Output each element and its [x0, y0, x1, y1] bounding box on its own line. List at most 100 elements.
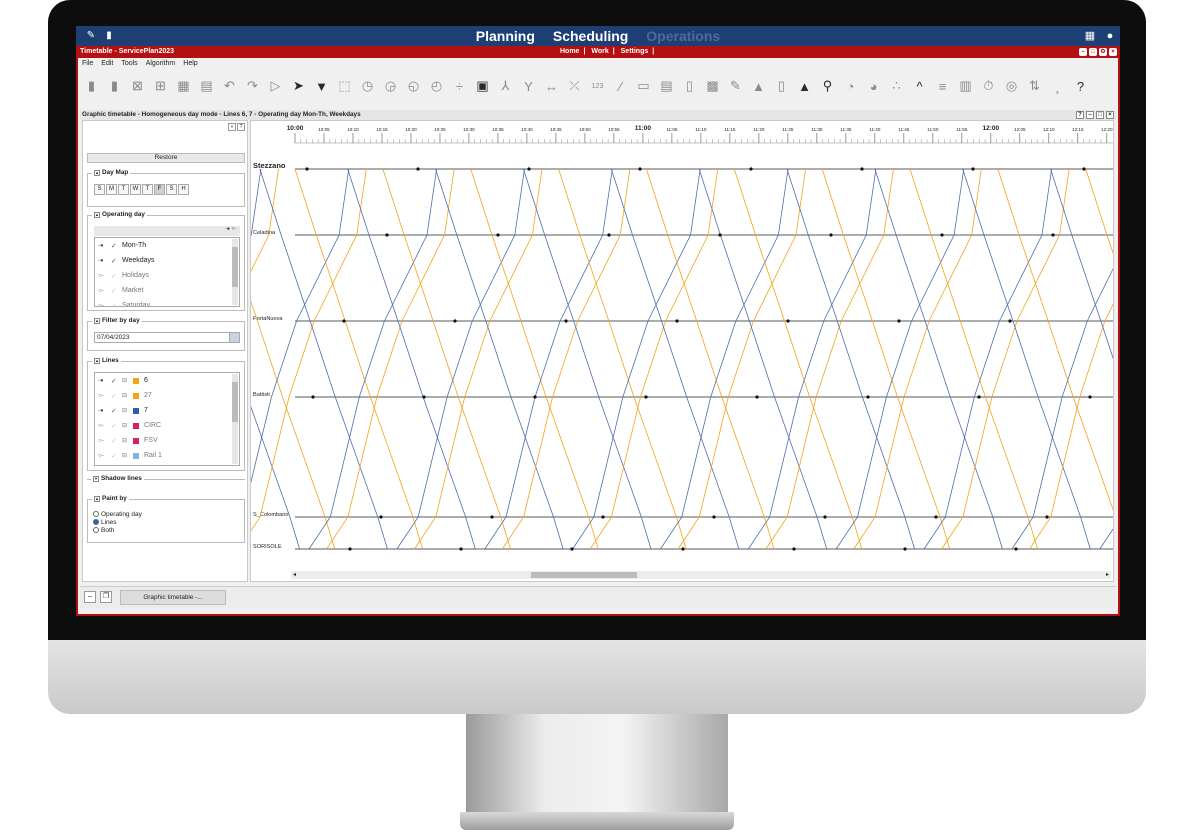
undo-icon[interactable]: ↶ [220, 78, 239, 94]
menu-algorithm[interactable]: Algorithm [146, 60, 176, 70]
lock-icon[interactable]: ⊟ [122, 377, 128, 384]
day-toggle[interactable]: M [106, 184, 117, 195]
restore-button[interactable]: Restore [87, 153, 245, 163]
fork-icon[interactable]: Y [519, 79, 538, 94]
vertical-scrollbar[interactable] [232, 239, 238, 305]
settings-icon[interactable]: ⚙ [1099, 48, 1107, 56]
list-item[interactable]: -● ✓ Mon-Th [95, 238, 239, 253]
signal-icon[interactable]: ⇅ [1025, 78, 1044, 94]
help-icon[interactable]: ? [1076, 111, 1084, 119]
radio-option[interactable]: Both [93, 526, 142, 534]
clock-a-icon[interactable]: ◷ [358, 78, 377, 94]
checkmark-icon[interactable]: ✓ [111, 302, 117, 307]
vertical-scrollbar[interactable] [232, 374, 238, 464]
calendar-icon[interactable]: ▭ [634, 78, 653, 94]
save-icon[interactable]: ▮ [82, 78, 101, 94]
key-icon[interactable]: ○- [98, 393, 106, 399]
menu-tools[interactable]: Tools [121, 60, 137, 70]
help-icon[interactable]: ? [1071, 79, 1090, 94]
collapse-icon[interactable]: « [228, 123, 236, 131]
radio-option[interactable]: Lines [93, 518, 142, 526]
key-icon[interactable]: ○- [98, 273, 106, 279]
key-icon[interactable]: ○- [98, 288, 106, 294]
checkmark-icon[interactable]: ✓ [111, 377, 117, 385]
scroll-thumb[interactable] [232, 382, 238, 422]
menu-file[interactable]: File [82, 60, 93, 70]
home-link[interactable]: Home [560, 48, 579, 55]
minimize-icon[interactable]: – [1079, 48, 1087, 56]
bus-icon[interactable]: ▣ [473, 78, 492, 94]
branch-icon[interactable]: ⅄ [496, 78, 515, 94]
checkmark-icon[interactable]: ✓ [111, 272, 117, 280]
stack-icon[interactable]: ≡ [933, 79, 952, 94]
cascade-icon[interactable]: ❐ [100, 591, 112, 603]
date-field[interactable]: 07/04/2023 [94, 332, 240, 343]
lock-icon[interactable]: ⊟ [122, 392, 128, 399]
lock-icon[interactable]: ⊟ [122, 437, 128, 444]
pencil-icon[interactable]: ∕ [611, 79, 630, 94]
copy-icon[interactable]: ▯ [772, 78, 791, 94]
taskbar-tab[interactable]: Graphic timetable -... [120, 590, 226, 605]
help-icon[interactable]: ? [237, 123, 245, 131]
list-item[interactable]: ○- ✓ Holidays [95, 268, 239, 283]
cross-icon[interactable]: ⤫ [565, 78, 584, 94]
minimize-all-icon[interactable]: – [84, 591, 96, 603]
user-icon[interactable]: ● [1102, 28, 1118, 44]
key-icon[interactable]: -● [98, 408, 106, 414]
checkmark-icon[interactable]: ✓ [111, 407, 117, 415]
radio-option[interactable]: Operating day [93, 510, 142, 518]
divide-icon[interactable]: ÷ [450, 79, 469, 94]
checkmark-icon[interactable]: ✓ [111, 257, 117, 265]
list-item[interactable]: -● ✓ Weekdays [95, 253, 239, 268]
collapse-toggle-icon[interactable]: ▲ [94, 317, 100, 324]
vehicle-icon[interactable]: ▩ [703, 78, 722, 94]
clock-b-icon[interactable]: ◶ [381, 78, 400, 94]
key-icon[interactable]: -● [98, 243, 106, 249]
key-icon[interactable]: ○- [98, 438, 106, 444]
clock-c-icon[interactable]: ◵ [404, 78, 423, 94]
checkmark-icon[interactable]: ✓ [111, 452, 117, 460]
close-icon[interactable]: × [1106, 111, 1114, 119]
menu-edit[interactable]: Edit [101, 60, 113, 70]
filter-icon[interactable]: ▼ [312, 79, 331, 94]
checkmark-icon[interactable]: ✓ [111, 422, 117, 430]
warning-icon[interactable]: ▲ [795, 79, 814, 94]
list-item[interactable]: -● ✓ ⊟ 7 [95, 403, 239, 418]
grid-icon[interactable]: ⊞ [151, 78, 170, 94]
key-icon[interactable]: ○- [98, 453, 106, 459]
chart-icon[interactable]: ▲ [749, 79, 768, 94]
key-icon[interactable]: -● [98, 378, 106, 384]
form-icon[interactable]: ▤ [197, 78, 216, 94]
day-toggle[interactable]: F [154, 184, 165, 195]
list-item[interactable]: ○- ✓ ⊟ Rail 1 [95, 448, 239, 463]
close-icon[interactable]: × [1109, 48, 1117, 56]
gauge-a-icon[interactable]: ◔ [841, 79, 860, 94]
key-icon[interactable]: ○- [98, 303, 106, 307]
day-toggle[interactable]: S [94, 184, 105, 195]
scroll-left-icon[interactable]: ◂ [293, 571, 296, 579]
marquee-icon[interactable]: ⬚ [335, 78, 354, 94]
gauge-b-icon[interactable]: ◕ [864, 79, 883, 94]
day-toggle[interactable]: T [142, 184, 153, 195]
work-link[interactable]: Work [591, 48, 608, 55]
select-icon[interactable]: ▷ [266, 78, 285, 94]
exclude-icon[interactable]: ○- [231, 226, 236, 232]
list-icon[interactable]: ▤ [657, 78, 676, 94]
link-icon[interactable]: ✎ [726, 78, 745, 94]
checkmark-icon[interactable]: ✓ [111, 392, 117, 400]
stopwatch-icon[interactable]: ⏱ [979, 78, 998, 94]
restore-icon[interactable]: □ [1096, 111, 1104, 119]
apps-grid-icon[interactable]: ▦ [1082, 28, 1098, 44]
radio-button[interactable] [93, 527, 99, 533]
timetable-chart[interactable]: 10:00 10:05 10:10 10:15 10:20 10:25 10:30 10:35… [251, 121, 1114, 582]
redo-icon[interactable]: ↷ [243, 78, 262, 94]
calendar-view-icon[interactable]: ▦ [174, 78, 193, 94]
people-icon[interactable]: ∴ [887, 78, 906, 94]
day-toggle[interactable]: T [118, 184, 129, 195]
map-icon[interactable]: ▯ [680, 78, 699, 94]
key-icon[interactable]: ○- [98, 423, 106, 429]
key-icon[interactable]: -● [98, 258, 106, 264]
collapse-toggle-icon[interactable]: ▲ [94, 169, 100, 176]
day-toggle[interactable]: H [178, 184, 189, 195]
list-item[interactable]: -● ✓ ⊟ 6 [95, 373, 239, 388]
